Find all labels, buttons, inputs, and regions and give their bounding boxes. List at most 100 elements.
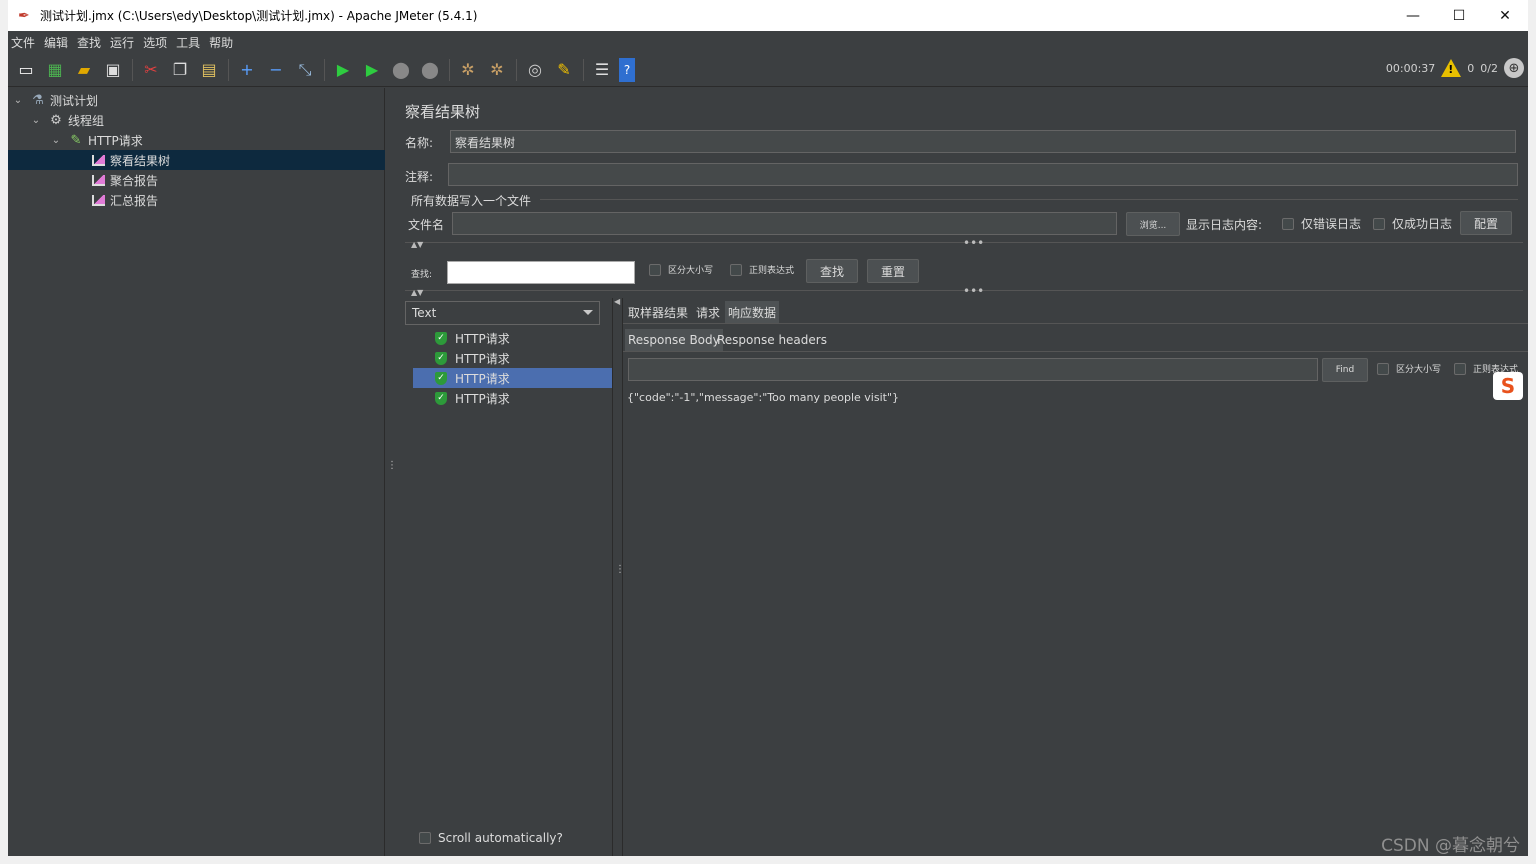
case-sensitive-checkbox[interactable]: 区分大小写 (649, 263, 713, 276)
menu-options[interactable]: 选项 (143, 34, 172, 51)
chart-icon (90, 192, 106, 208)
success-shield-icon: ✓ (435, 331, 447, 345)
menu-tools[interactable]: 工具 (176, 34, 205, 51)
chevron-down-icon (583, 310, 593, 315)
warning-count: 0 (1467, 61, 1475, 75)
templates-icon[interactable]: ▦ (43, 58, 67, 82)
tree-item-http-request[interactable]: ⌄ ✎ HTTP请求 (50, 130, 143, 150)
close-button[interactable]: ✕ (1482, 0, 1528, 31)
thread-count: 0/2 (1480, 61, 1498, 75)
tree-item-summary-report[interactable]: 汇总报告 (90, 190, 158, 210)
menu-help[interactable]: 帮助 (209, 34, 238, 51)
reset-button[interactable]: 重置 (867, 259, 919, 283)
paste-icon[interactable]: ▤ (197, 58, 221, 82)
configure-button[interactable]: 配置 (1460, 211, 1512, 235)
file-section-title: 所有数据写入一个文件 (411, 194, 532, 208)
comment-label: 注释: (405, 170, 434, 184)
maximize-button[interactable]: ☐ (1436, 0, 1482, 31)
menu-edit[interactable]: 编辑 (44, 34, 73, 51)
toolbar: ▭ ▦ ▰ ▣ ✂ ❐ ▤ + − ⤡ ▶ ▶ ⬤ ⬤ ✲ ✲ ◎ ✎ ☰ ? … (8, 53, 1528, 87)
response-case-sensitive-checkbox[interactable]: 区分大小写 (1377, 362, 1441, 375)
minimize-button[interactable]: — (1390, 0, 1436, 31)
pipette-icon: ✎ (70, 132, 82, 148)
save-icon[interactable]: ▣ (101, 58, 125, 82)
stop-icon[interactable]: ⬤ (389, 58, 413, 82)
menu-file[interactable]: 文件 (11, 34, 40, 51)
response-search-input[interactable] (628, 358, 1318, 381)
chevron-down-icon[interactable]: ⌄ (50, 135, 62, 146)
sample-item-selected[interactable]: ✓ HTTP请求 (413, 368, 613, 388)
view-results-tree-panel: 察看结果树 名称: 察看结果树 注释: 所有数据写入一个文件 文件名 浏览...… (395, 88, 1528, 856)
search-input[interactable] (447, 261, 635, 284)
gear-icon: ⚙ (50, 112, 62, 128)
tree-item-thread-group[interactable]: ⌄ ⚙ 线程组 (30, 110, 104, 130)
response-body-text[interactable]: {"code":"-1","message":"Too many people … (627, 391, 899, 404)
collapse-arrows-icon[interactable]: ▲▼ (411, 241, 423, 249)
sample-item[interactable]: ✓ HTTP请求 (413, 388, 613, 408)
new-icon[interactable]: ▭ (14, 58, 38, 82)
copy-icon[interactable]: ❐ (168, 58, 192, 82)
tree-item-aggregate-report[interactable]: 聚合报告 (90, 170, 158, 190)
chevron-down-icon[interactable]: ⌄ (30, 115, 42, 126)
csdn-watermark: CSDN @暮念朝兮 (1381, 836, 1520, 856)
menu-bar: 文件 编辑 查找 运行 选项 工具 帮助 (8, 31, 1528, 53)
window-title: 测试计划.jmx (C:\Users\edy\Desktop\测试计划.jmx)… (40, 9, 478, 23)
tab-response-headers[interactable]: Response headers (714, 329, 830, 351)
collapse-arrows-icon[interactable]: ◀ (614, 298, 620, 306)
menu-run[interactable]: 运行 (110, 34, 139, 51)
response-find-button[interactable]: Find (1322, 358, 1368, 382)
collapse-arrows-icon[interactable]: ▲▼ (411, 289, 423, 297)
tree-item-test-plan[interactable]: ⌄ ⚗ 测试计划 (12, 90, 98, 110)
main-splitter[interactable]: ⋮ (385, 88, 397, 856)
regex-checkbox[interactable]: 正则表达式 (730, 263, 794, 276)
sample-item[interactable]: ✓ HTTP请求 (413, 348, 613, 368)
tab-sampler-result[interactable]: 取样器结果 (625, 301, 691, 323)
menu-search[interactable]: 查找 (77, 34, 106, 51)
success-shield-icon: ✓ (435, 391, 447, 405)
browse-button[interactable]: 浏览... (1126, 212, 1180, 236)
help-icon[interactable]: ? (619, 57, 635, 82)
search-icon[interactable]: ◎ (523, 58, 547, 82)
errors-only-checkbox[interactable]: 仅错误日志 (1282, 215, 1361, 232)
divider-grip-icon[interactable]: ••• (963, 237, 984, 249)
chart-icon (90, 152, 106, 168)
clear-all-icon[interactable]: ✲ (485, 58, 509, 82)
chevron-down-icon[interactable]: ⌄ (12, 95, 24, 106)
renderer-select[interactable]: Text (405, 301, 600, 325)
window-titlebar: ✒ 测试计划.jmx (C:\Users\edy\Desktop\测试计划.jm… (8, 0, 1528, 31)
reset-search-icon[interactable]: ✎ (552, 58, 576, 82)
cut-icon[interactable]: ✂ (139, 58, 163, 82)
start-icon[interactable]: ▶ (331, 58, 355, 82)
panel-title: 察看结果树 (405, 103, 481, 121)
clear-icon[interactable]: ✲ (456, 58, 480, 82)
elapsed-timer: 00:00:37 (1385, 61, 1436, 75)
toggle-icon[interactable]: ⤡ (293, 58, 317, 82)
jmeter-app: 文件 编辑 查找 运行 选项 工具 帮助 ▭ ▦ ▰ ▣ ✂ ❐ ▤ + − ⤡… (8, 31, 1528, 856)
success-only-checkbox[interactable]: 仅成功日志 (1373, 215, 1452, 232)
comment-field[interactable] (448, 163, 1518, 186)
tab-request[interactable]: 请求 (693, 301, 723, 323)
flask-icon: ⚗ (32, 92, 44, 108)
sample-item[interactable]: ✓ HTTP请求 (413, 328, 613, 348)
success-shield-icon: ✓ (435, 371, 447, 385)
collapse-icon[interactable]: − (264, 58, 288, 82)
tab-response-body[interactable]: Response Body (625, 329, 723, 351)
test-plan-tree: ⌄ ⚗ 测试计划 ⌄ ⚙ 线程组 ⌄ ✎ HTTP请求 察看结果树 聚合报告 汇… (8, 88, 385, 856)
scroll-automatically-checkbox[interactable]: Scroll automatically? (419, 831, 563, 845)
remote-globe-icon[interactable]: ⊕ (1504, 58, 1524, 78)
find-button[interactable]: 查找 (806, 259, 858, 283)
start-no-pause-icon[interactable]: ▶ (360, 58, 384, 82)
warning-icon[interactable]: ! (1441, 59, 1462, 77)
log-content-label: 显示日志内容: (1186, 218, 1263, 232)
sogou-ime-icon[interactable]: S (1493, 372, 1523, 400)
filename-field[interactable] (452, 212, 1117, 235)
open-icon[interactable]: ▰ (72, 58, 96, 82)
shutdown-icon[interactable]: ⬤ (418, 58, 442, 82)
tree-item-view-results-tree[interactable]: 察看结果树 (8, 150, 385, 170)
expand-icon[interactable]: + (235, 58, 259, 82)
function-helper-icon[interactable]: ☰ (590, 58, 614, 82)
divider-grip-icon[interactable]: ••• (963, 285, 984, 297)
name-field[interactable]: 察看结果树 (450, 130, 1516, 153)
tab-response-data[interactable]: 响应数据 (725, 301, 780, 323)
search-label: 查找: (411, 270, 433, 280)
